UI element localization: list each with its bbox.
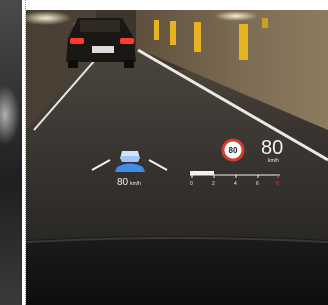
speed-limit-sign-icon: 80 xyxy=(221,138,245,162)
scene-drawing: 80 km/h 80 80 km/h 0 2 4 6 8 xyxy=(26,10,328,305)
wall-bollard xyxy=(194,22,201,52)
gauge-tick-label: 6 xyxy=(256,181,259,187)
ceiling-light xyxy=(214,11,258,21)
tunnel-windshield-photo: 80 km/h 80 80 km/h 0 2 4 6 8 xyxy=(26,10,328,305)
set-speed: 80 xyxy=(261,137,283,159)
adjacent-photo-edge xyxy=(0,0,22,305)
gauge-tick-label: 0 xyxy=(190,181,193,187)
rpm-gauge-fill xyxy=(190,171,214,175)
set-speed-unit: km/h xyxy=(268,158,279,164)
gauge-tick-label: 2 xyxy=(212,181,215,187)
current-speed: 80 xyxy=(117,177,129,188)
adjacent-photo-light xyxy=(0,85,20,145)
speed-limit-value: 80 xyxy=(229,146,238,155)
gauge-tick-label: 4 xyxy=(234,181,237,187)
current-speed-unit: km/h xyxy=(130,181,141,187)
dashboard xyxy=(26,236,328,305)
photo-frame: 80 km/h 80 80 km/h 0 2 4 6 8 xyxy=(0,0,328,305)
wall-bollard xyxy=(262,18,268,28)
gauge-tick-label: 8 xyxy=(276,181,279,187)
wall-bollard xyxy=(170,21,176,45)
wall-bollard xyxy=(154,20,159,40)
wall-bollard xyxy=(239,24,248,60)
